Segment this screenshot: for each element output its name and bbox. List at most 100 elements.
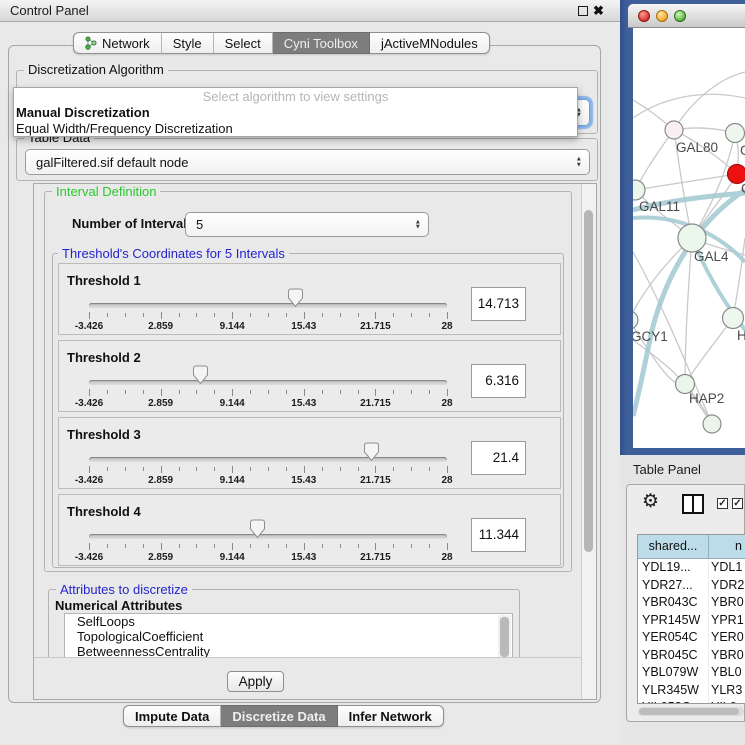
column-header-shared[interactable]: shared... [638, 535, 709, 559]
threshold-slider[interactable]: -3.4262.8599.14415.4321.71528 [89, 418, 447, 490]
slider-track[interactable] [89, 457, 447, 462]
network-node-gcy1[interactable] [633, 311, 638, 329]
tick-mark [268, 467, 269, 471]
horizontal-scrollbar[interactable] [638, 707, 744, 716]
threshold-value-field[interactable]: 6.316 [471, 364, 526, 398]
network-canvas[interactable]: GAL80GACGAL11GAL4GCY1HHAP2 [633, 28, 745, 448]
tab-network[interactable]: Network [73, 32, 162, 54]
table-cell[interactable]: YBR0 [709, 594, 745, 612]
threshold-slider[interactable]: -3.4262.8599.14415.4321.71528 [89, 264, 447, 336]
scrollbar-thumb[interactable] [500, 617, 509, 657]
table-row[interactable]: YLR345WYLR3 [638, 682, 745, 700]
list-scrollbar[interactable] [498, 615, 511, 661]
threshold-rows: Threshold 1-3.4262.8599.14415.4321.71528… [58, 263, 561, 571]
threshold-row: Threshold 2-3.4262.8599.14415.4321.71528… [58, 340, 561, 412]
minimize-traffic-light-icon[interactable] [656, 10, 668, 22]
close-icon[interactable]: ✖ [593, 3, 604, 19]
table-row[interactable]: YDL19...YDL1 [638, 559, 745, 577]
tab-jactivemnodules[interactable]: jActiveMNodules [370, 32, 490, 54]
vertical-scrollbar[interactable] [581, 184, 596, 699]
table-row[interactable]: YBR043CYBR0 [638, 594, 745, 612]
threshold-value-field[interactable]: 11.344 [471, 518, 526, 552]
table-cell[interactable]: YLR345W [638, 682, 709, 700]
zoom-traffic-light-icon[interactable] [674, 10, 686, 22]
number-of-intervals-value: 5 [196, 213, 203, 236]
scrollbar-thumb[interactable] [584, 210, 593, 552]
tick-mark [429, 313, 430, 317]
split-table-icon[interactable] [682, 494, 704, 514]
network-node-ga[interactable] [726, 124, 745, 143]
apply-button[interactable]: Apply [227, 671, 284, 692]
checkbox-checked-icon[interactable]: ✓ [717, 498, 728, 509]
tab-discretize-data[interactable]: Discretize Data [221, 705, 337, 727]
slider-handle[interactable] [192, 365, 209, 385]
gear-icon[interactable]: ⚙ [642, 490, 659, 513]
table-row[interactable]: YER054CYER0 [638, 629, 745, 647]
tab-label: Infer Network [349, 706, 432, 727]
network-node-h[interactable] [723, 308, 744, 329]
slider-handle[interactable] [287, 288, 304, 308]
table-cell[interactable]: YIL052C [638, 699, 709, 704]
threshold-value-field[interactable]: 14.713 [471, 287, 526, 321]
attribute-item-selfloops[interactable]: SelfLoops [65, 614, 512, 629]
table-cell[interactable]: YBR043C [638, 594, 709, 612]
float-window-icon[interactable] [578, 6, 588, 16]
threshold-slider[interactable]: -3.4262.8599.14415.4321.71528 [89, 495, 447, 567]
slider-track[interactable] [89, 534, 447, 539]
screen: Control Panel ✖ NetworkStyleSelectCyni T… [0, 0, 745, 745]
tab-select[interactable]: Select [214, 32, 273, 54]
threshold-slider[interactable]: -3.4262.8599.14415.4321.71528 [89, 341, 447, 413]
network-graph[interactable]: GAL80GACGAL11GAL4GCY1HHAP2 [633, 28, 745, 448]
tick-mark [232, 389, 233, 396]
column-header-name[interactable]: n [709, 535, 745, 559]
table-cell[interactable]: YDL1 [709, 559, 745, 577]
table-cell[interactable]: YBL079W [638, 664, 709, 682]
tab-infer-network[interactable]: Infer Network [338, 705, 444, 727]
tick-mark [286, 390, 287, 394]
table-cell[interactable]: YDR27... [638, 577, 709, 595]
table-cell[interactable]: YBR0 [709, 647, 745, 665]
table-cell[interactable]: YDR2 [709, 577, 745, 595]
network-node[interactable] [703, 415, 721, 433]
checkbox-checked-icon[interactable]: ✓ [732, 498, 743, 509]
numerical-attributes-list[interactable]: SelfLoopsTopologicalCoefficientBetweenne… [64, 613, 513, 661]
table-cell[interactable]: YBL0 [709, 664, 745, 682]
table-cell[interactable]: YPR145W [638, 612, 709, 630]
table-cell[interactable]: YBR045C [638, 647, 709, 665]
table-cell[interactable]: YDL19... [638, 559, 709, 577]
tab-cyni-toolbox[interactable]: Cyni Toolbox [273, 32, 370, 54]
table-row[interactable]: YPR145WYPR1 [638, 612, 745, 630]
network-node-gal11[interactable] [633, 180, 645, 200]
tick-label: 21.715 [360, 475, 391, 486]
slider-track[interactable] [89, 380, 447, 385]
table-cell[interactable]: YER054C [638, 629, 709, 647]
table-row[interactable]: YBL079WYBL0 [638, 664, 745, 682]
tick-mark [179, 467, 180, 471]
tick-mark [429, 467, 430, 471]
table-data-combobox[interactable]: galFiltered.sif default node ▲▼ [25, 149, 590, 175]
tab-style[interactable]: Style [162, 32, 214, 54]
network-node-gal80[interactable] [665, 121, 683, 139]
tick-mark [161, 389, 162, 396]
close-traffic-light-icon[interactable] [638, 10, 650, 22]
slider-handle[interactable] [249, 519, 266, 539]
interval-definition-title: Interval Definition [52, 185, 160, 198]
network-node-gal4[interactable] [678, 224, 706, 252]
table-cell[interactable]: YER0 [709, 629, 745, 647]
tick-mark [286, 313, 287, 317]
table-cell[interactable]: YLR3 [709, 682, 745, 700]
slider-handle[interactable] [363, 442, 380, 462]
number-of-intervals-combobox[interactable]: 5 ▲▼ [185, 212, 429, 237]
table-row[interactable]: YBR045CYBR0 [638, 647, 745, 665]
tab-impute-data[interactable]: Impute Data [123, 705, 221, 727]
table-cell[interactable]: YPR1 [709, 612, 745, 630]
attribute-item-topologicalcoefficient[interactable]: TopologicalCoefficient [65, 629, 512, 644]
table-cell[interactable]: YIL0 [709, 699, 745, 704]
scrollbar-thumb[interactable] [639, 708, 739, 715]
algorithm-option-manual-discretization[interactable]: Manual Discretization [14, 105, 577, 121]
algorithm-option-equal-width-frequency-discretization[interactable]: Equal Width/Frequency Discretization [14, 121, 577, 137]
slider-track[interactable] [89, 303, 447, 308]
threshold-value-field[interactable]: 21.4 [471, 441, 526, 475]
table-row[interactable]: YDR27...YDR2 [638, 577, 745, 595]
table-row[interactable]: YIL052CYIL0 [638, 699, 745, 704]
